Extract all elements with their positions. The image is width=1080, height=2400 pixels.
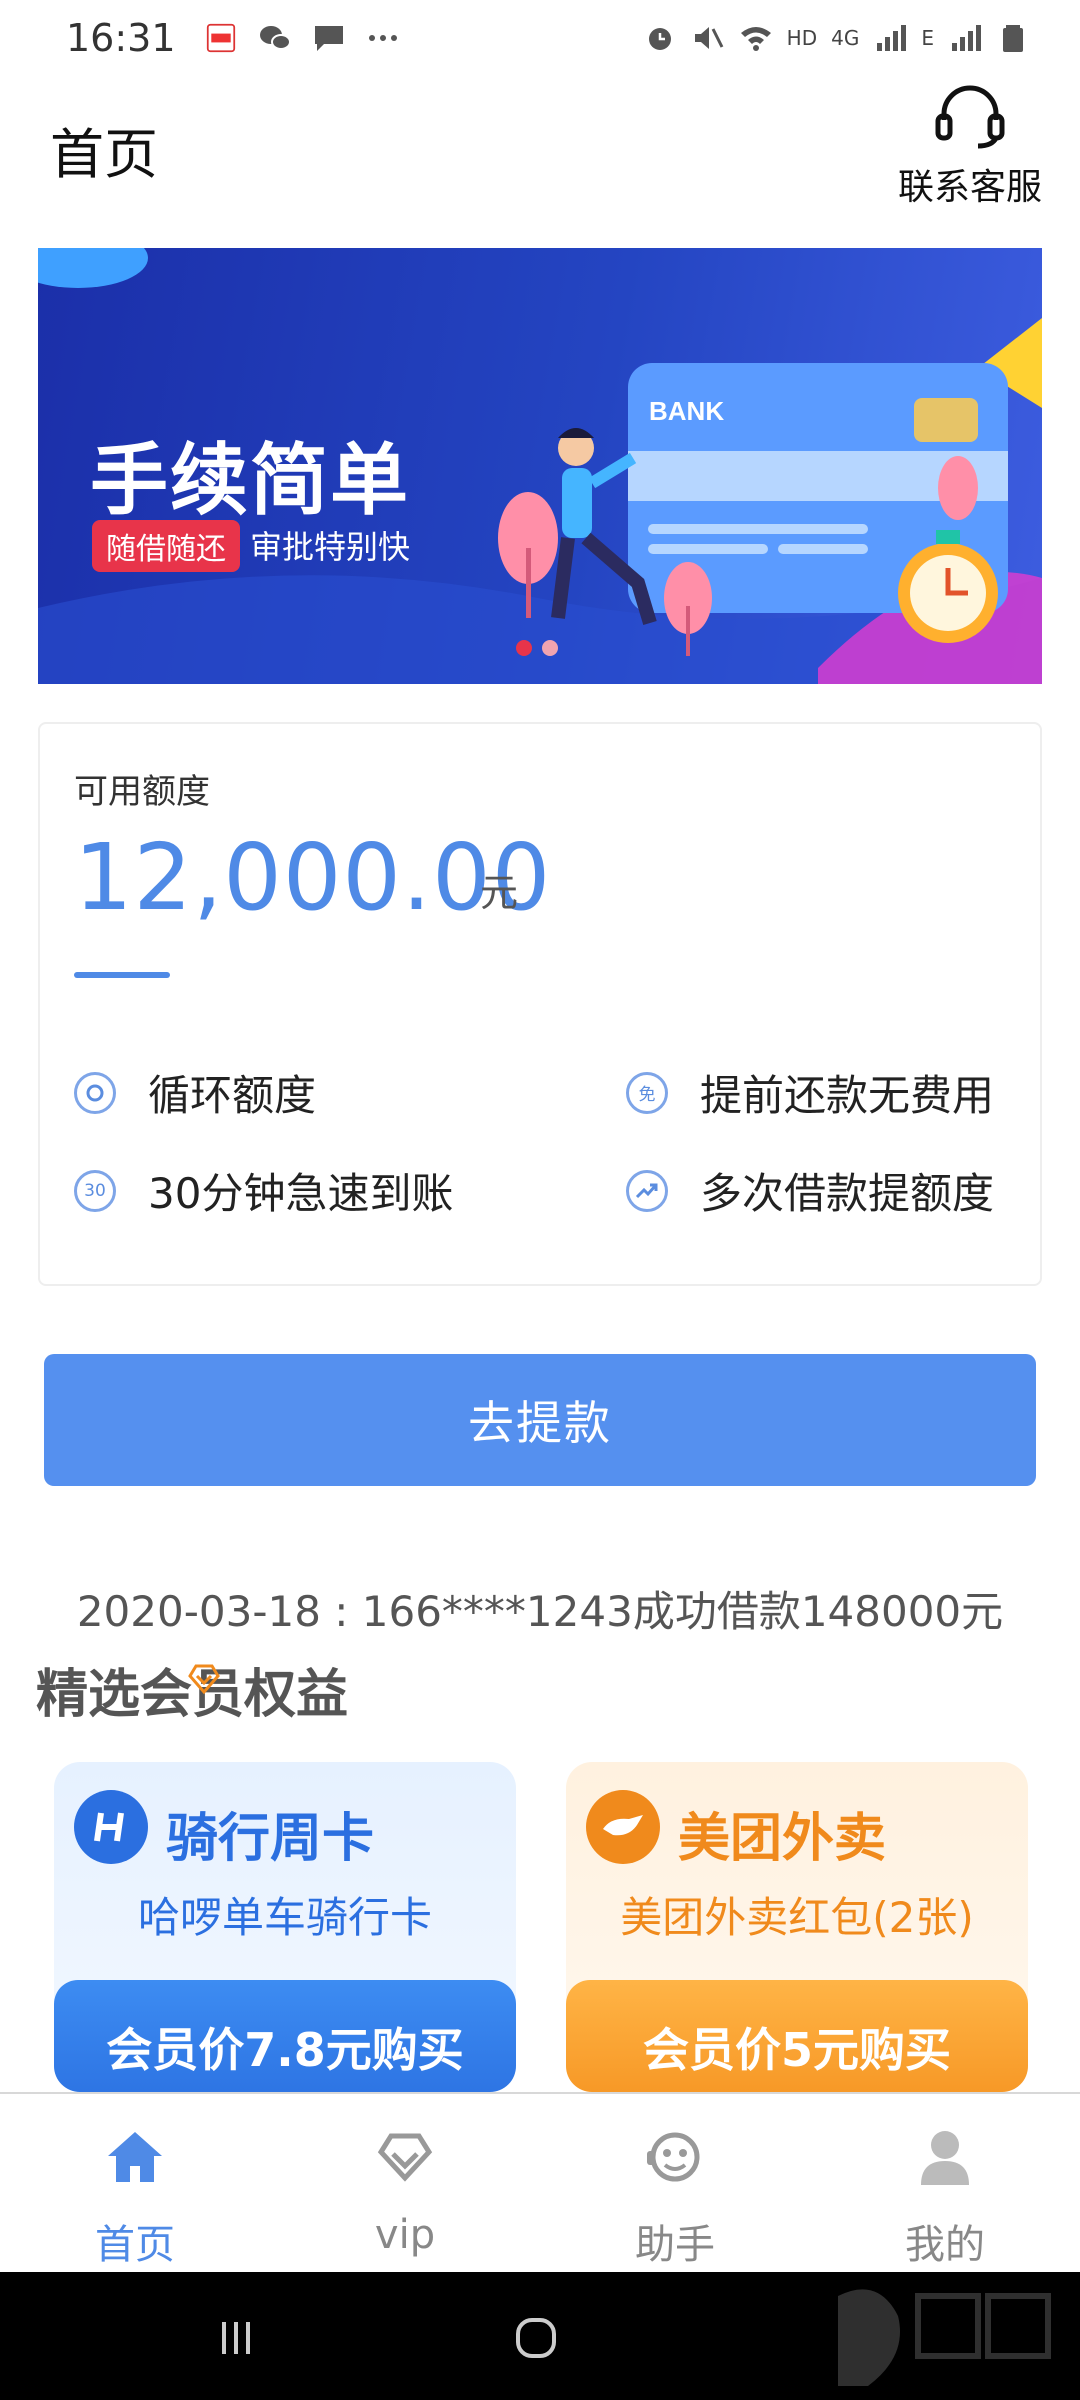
feature-label: 循环额度 bbox=[148, 1071, 317, 1120]
benefit-buy-button[interactable]: 会员价7.8元购买 bbox=[54, 1980, 516, 2092]
recent-apps-icon bbox=[222, 2322, 250, 2354]
home-circle-icon bbox=[516, 2318, 556, 2358]
network-4g-label: 4G bbox=[831, 26, 860, 50]
credit-limit-label: 可用额度 bbox=[74, 772, 210, 812]
credit-limit-card: 可用额度 12,000.00 元 循环额度 免 提前还款无费用 30 30分钟急… bbox=[38, 722, 1042, 1286]
heart-diamond-icon bbox=[188, 1664, 220, 1695]
wifi-icon bbox=[740, 27, 771, 51]
message-icon bbox=[314, 26, 343, 51]
bottom-tab-bar: 首页 vip 助手 我的 bbox=[0, 2092, 1080, 2272]
feature-label: 多次借款提额度 bbox=[700, 1169, 995, 1218]
benefit-name: 美团外卖 bbox=[678, 1809, 887, 1869]
status-time: 16:31 bbox=[66, 16, 176, 60]
meituan-logo-icon bbox=[586, 1790, 660, 1864]
feature-fast-arrival: 30 30分钟急速到账 bbox=[74, 1160, 453, 1221]
tab-label: vip bbox=[374, 2212, 436, 2258]
status-bar: 16:31 HD 4G E bbox=[0, 0, 1080, 76]
banner-dot-active[interactable] bbox=[516, 640, 532, 656]
benefit-card-bike[interactable]: 骑行周卡 哈啰单车骑行卡 会员价7.8元购买 bbox=[54, 1762, 516, 2092]
signal-icon-2 bbox=[952, 25, 981, 51]
home-icon bbox=[100, 2122, 170, 2192]
free-icon: 免 bbox=[626, 1071, 668, 1114]
wechat-icon bbox=[259, 26, 291, 50]
feature-raise-limit: 多次借款提额度 bbox=[626, 1160, 994, 1221]
assistant-icon bbox=[640, 2122, 710, 2192]
tab-label: 我的 bbox=[905, 2222, 985, 2268]
revolving-icon bbox=[74, 1071, 116, 1114]
network-e-label: E bbox=[921, 26, 934, 50]
alarm-icon bbox=[648, 28, 671, 50]
benefit-buy-button[interactable]: 会员价5元购买 bbox=[566, 1980, 1028, 2092]
customer-service-label: 联系客服 bbox=[897, 167, 1042, 208]
banner-dot[interactable] bbox=[542, 640, 558, 656]
profile-icon bbox=[910, 2122, 980, 2192]
promo-banner[interactable]: BANK 手续简单 随借随还 审批特别快 bbox=[38, 248, 1042, 684]
tab-home[interactable]: 首页 bbox=[0, 2094, 270, 2272]
page-title: 首页 bbox=[50, 123, 158, 186]
recent-apps-button[interactable] bbox=[206, 2308, 266, 2368]
trend-up-icon bbox=[626, 1169, 668, 1212]
thirty-minutes-icon: 30 bbox=[74, 1169, 116, 1212]
feature-label: 30分钟急速到账 bbox=[148, 1169, 454, 1218]
tab-label: 首页 bbox=[95, 2222, 175, 2268]
system-nav-bar bbox=[0, 2272, 1080, 2400]
tab-label: 助手 bbox=[635, 2222, 715, 2268]
loan-notice: 2020-03-18 : 166****1243成功借款148000元 bbox=[76, 1587, 1004, 1636]
more-icon bbox=[368, 35, 397, 41]
benefit-name: 骑行周卡 bbox=[166, 1809, 375, 1869]
credit-limit-unit: 元 bbox=[480, 871, 519, 915]
tab-vip[interactable]: vip bbox=[270, 2094, 540, 2272]
signal-icon bbox=[877, 25, 907, 51]
tab-assistant[interactable]: 助手 bbox=[540, 2094, 810, 2272]
home-nav-button[interactable] bbox=[506, 2308, 566, 2368]
banner-tag: 随借随还 bbox=[92, 520, 240, 572]
withdraw-button[interactable]: 去提款 bbox=[44, 1354, 1036, 1486]
credit-underline bbox=[74, 972, 170, 978]
banner-title: 手续简单 bbox=[90, 436, 411, 526]
banner-pagination bbox=[516, 640, 558, 656]
benefit-card-meituan[interactable]: 美团外卖 美团外卖红包(2张) 会员价5元购买 bbox=[566, 1762, 1028, 2092]
tab-profile[interactable]: 我的 bbox=[810, 2094, 1080, 2272]
header: 首页 联系客服 bbox=[0, 76, 1080, 246]
feature-label: 提前还款无费用 bbox=[700, 1071, 995, 1120]
bank-card-text: BANK bbox=[649, 396, 724, 426]
vip-diamond-icon bbox=[370, 2122, 440, 2192]
app-notification-icon bbox=[206, 23, 235, 53]
customer-service-button[interactable]: 联系客服 bbox=[890, 80, 1050, 210]
battery-icon bbox=[1003, 25, 1023, 52]
network-hd-label: HD bbox=[786, 26, 818, 50]
mute-icon bbox=[694, 27, 724, 49]
feature-free-early-repayment: 免 提前还款无费用 bbox=[626, 1062, 994, 1123]
watermark-logo bbox=[838, 2289, 1051, 2386]
headset-icon bbox=[935, 85, 1005, 149]
banner-subtitle: 审批特别快 bbox=[250, 528, 411, 566]
benefit-desc: 哈啰单车骑行卡 bbox=[137, 1893, 432, 1942]
hellobike-logo-icon bbox=[74, 1790, 148, 1864]
benefit-desc: 美团外卖红包(2张) bbox=[620, 1893, 974, 1942]
feature-revolving-credit: 循环额度 bbox=[74, 1062, 316, 1123]
